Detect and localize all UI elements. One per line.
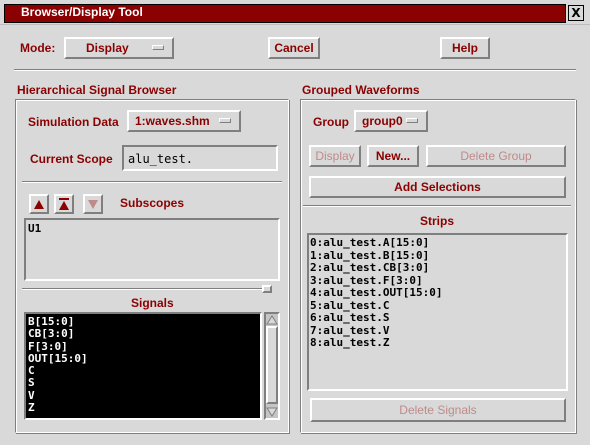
strips-separator [303, 205, 571, 207]
group-value: group0 [362, 114, 403, 128]
new-group-button[interactable]: New... [367, 145, 419, 167]
triangle-up-bar-icon [59, 198, 69, 210]
browser-display-window: Browser/Display Tool X Mode: Display Can… [0, 0, 590, 445]
scroll-down-arrow-icon[interactable] [266, 407, 278, 417]
delete-group-button[interactable]: Delete Group [426, 145, 566, 167]
add-selections-button[interactable]: Add Selections [309, 176, 566, 198]
scope-up-button[interactable] [29, 194, 49, 214]
current-scope-value: alu_test. [128, 152, 194, 166]
help-button[interactable]: Help [440, 37, 490, 59]
title-bar[interactable]: Browser/Display Tool X [0, 0, 590, 25]
group-label: Group [313, 115, 349, 129]
signal-item[interactable]: C [28, 364, 88, 377]
mode-option-value: Display [86, 41, 129, 55]
signal-item[interactable]: OUT[15:0] [28, 352, 88, 365]
signals-label: Signals [131, 296, 174, 310]
mode-label: Mode: [20, 41, 56, 55]
cancel-button[interactable]: Cancel [268, 37, 320, 59]
close-icon: X [571, 6, 581, 20]
strip-item[interactable]: 0:alu_test.A[15:0] [310, 236, 442, 250]
signal-item[interactable]: V [28, 389, 88, 402]
strip-item[interactable]: 6:alu_test.S [310, 311, 442, 325]
pane-sash-line [22, 288, 262, 290]
scope-down-button[interactable] [83, 194, 103, 214]
grouped-heading: Grouped Waveforms [302, 83, 420, 97]
current-scope-input[interactable]: alu_test. [122, 145, 278, 171]
subscopes-label: Subscopes [120, 196, 185, 210]
sim-data-option-menu[interactable]: 1:waves.shm [127, 110, 241, 132]
sim-data-value: 1:waves.shm [135, 114, 210, 128]
scope-top-button[interactable] [54, 194, 74, 214]
subscopes-list[interactable]: U1 [24, 218, 280, 281]
current-scope-label: Current Scope [30, 152, 113, 166]
display-group-button[interactable]: Display [309, 145, 361, 167]
strip-item[interactable]: 4:alu_test.OUT[15:0] [310, 286, 442, 300]
triangle-down-icon [88, 200, 98, 209]
strips-list[interactable]: 0:alu_test.A[15:0] 1:alu_test.B[15:0] 2:al… [307, 233, 568, 391]
signal-item[interactable]: S [28, 377, 88, 390]
strip-item[interactable]: 8:alu_test.Z [310, 336, 442, 350]
pane-sash-handle[interactable] [262, 285, 272, 293]
option-menu-indicator-icon [219, 118, 231, 123]
subscope-item[interactable]: U1 [28, 223, 41, 235]
signals-list[interactable]: B[15:0] CB[3:0] F[3:0] OUT[15:0] C S V Z [24, 312, 262, 420]
strips-items: 0:alu_test.A[15:0] 1:alu_test.B[15:0] 2:al… [310, 236, 442, 350]
browser-heading: Hierarchical Signal Browser [17, 83, 177, 97]
window-title: Browser/Display Tool [21, 5, 143, 19]
close-button[interactable]: X [568, 5, 584, 21]
option-menu-indicator-icon [406, 118, 418, 123]
toolbar-separator [14, 69, 576, 71]
signal-item[interactable]: Z [28, 401, 88, 414]
subscopes-items: U1 [28, 223, 41, 235]
signals-scrollbar-thumb[interactable] [266, 326, 278, 404]
signal-item[interactable]: CB[3:0] [28, 327, 88, 340]
mode-option-menu[interactable]: Display [64, 37, 174, 59]
triangle-up-icon [34, 200, 44, 209]
signals-scrollbar[interactable] [264, 312, 280, 420]
delete-signals-button[interactable]: Delete Signals [310, 398, 566, 422]
option-menu-indicator-icon [152, 45, 164, 50]
scope-separator [22, 181, 282, 183]
signals-items: B[15:0] CB[3:0] F[3:0] OUT[15:0] C S V Z [28, 315, 88, 414]
group-option-menu[interactable]: group0 [354, 110, 428, 132]
scroll-up-arrow-icon[interactable] [266, 315, 278, 325]
strip-item[interactable]: 2:alu_test.CB[3:0] [310, 261, 442, 275]
strips-label: Strips [420, 214, 455, 228]
sim-data-label: Simulation Data [28, 115, 119, 129]
